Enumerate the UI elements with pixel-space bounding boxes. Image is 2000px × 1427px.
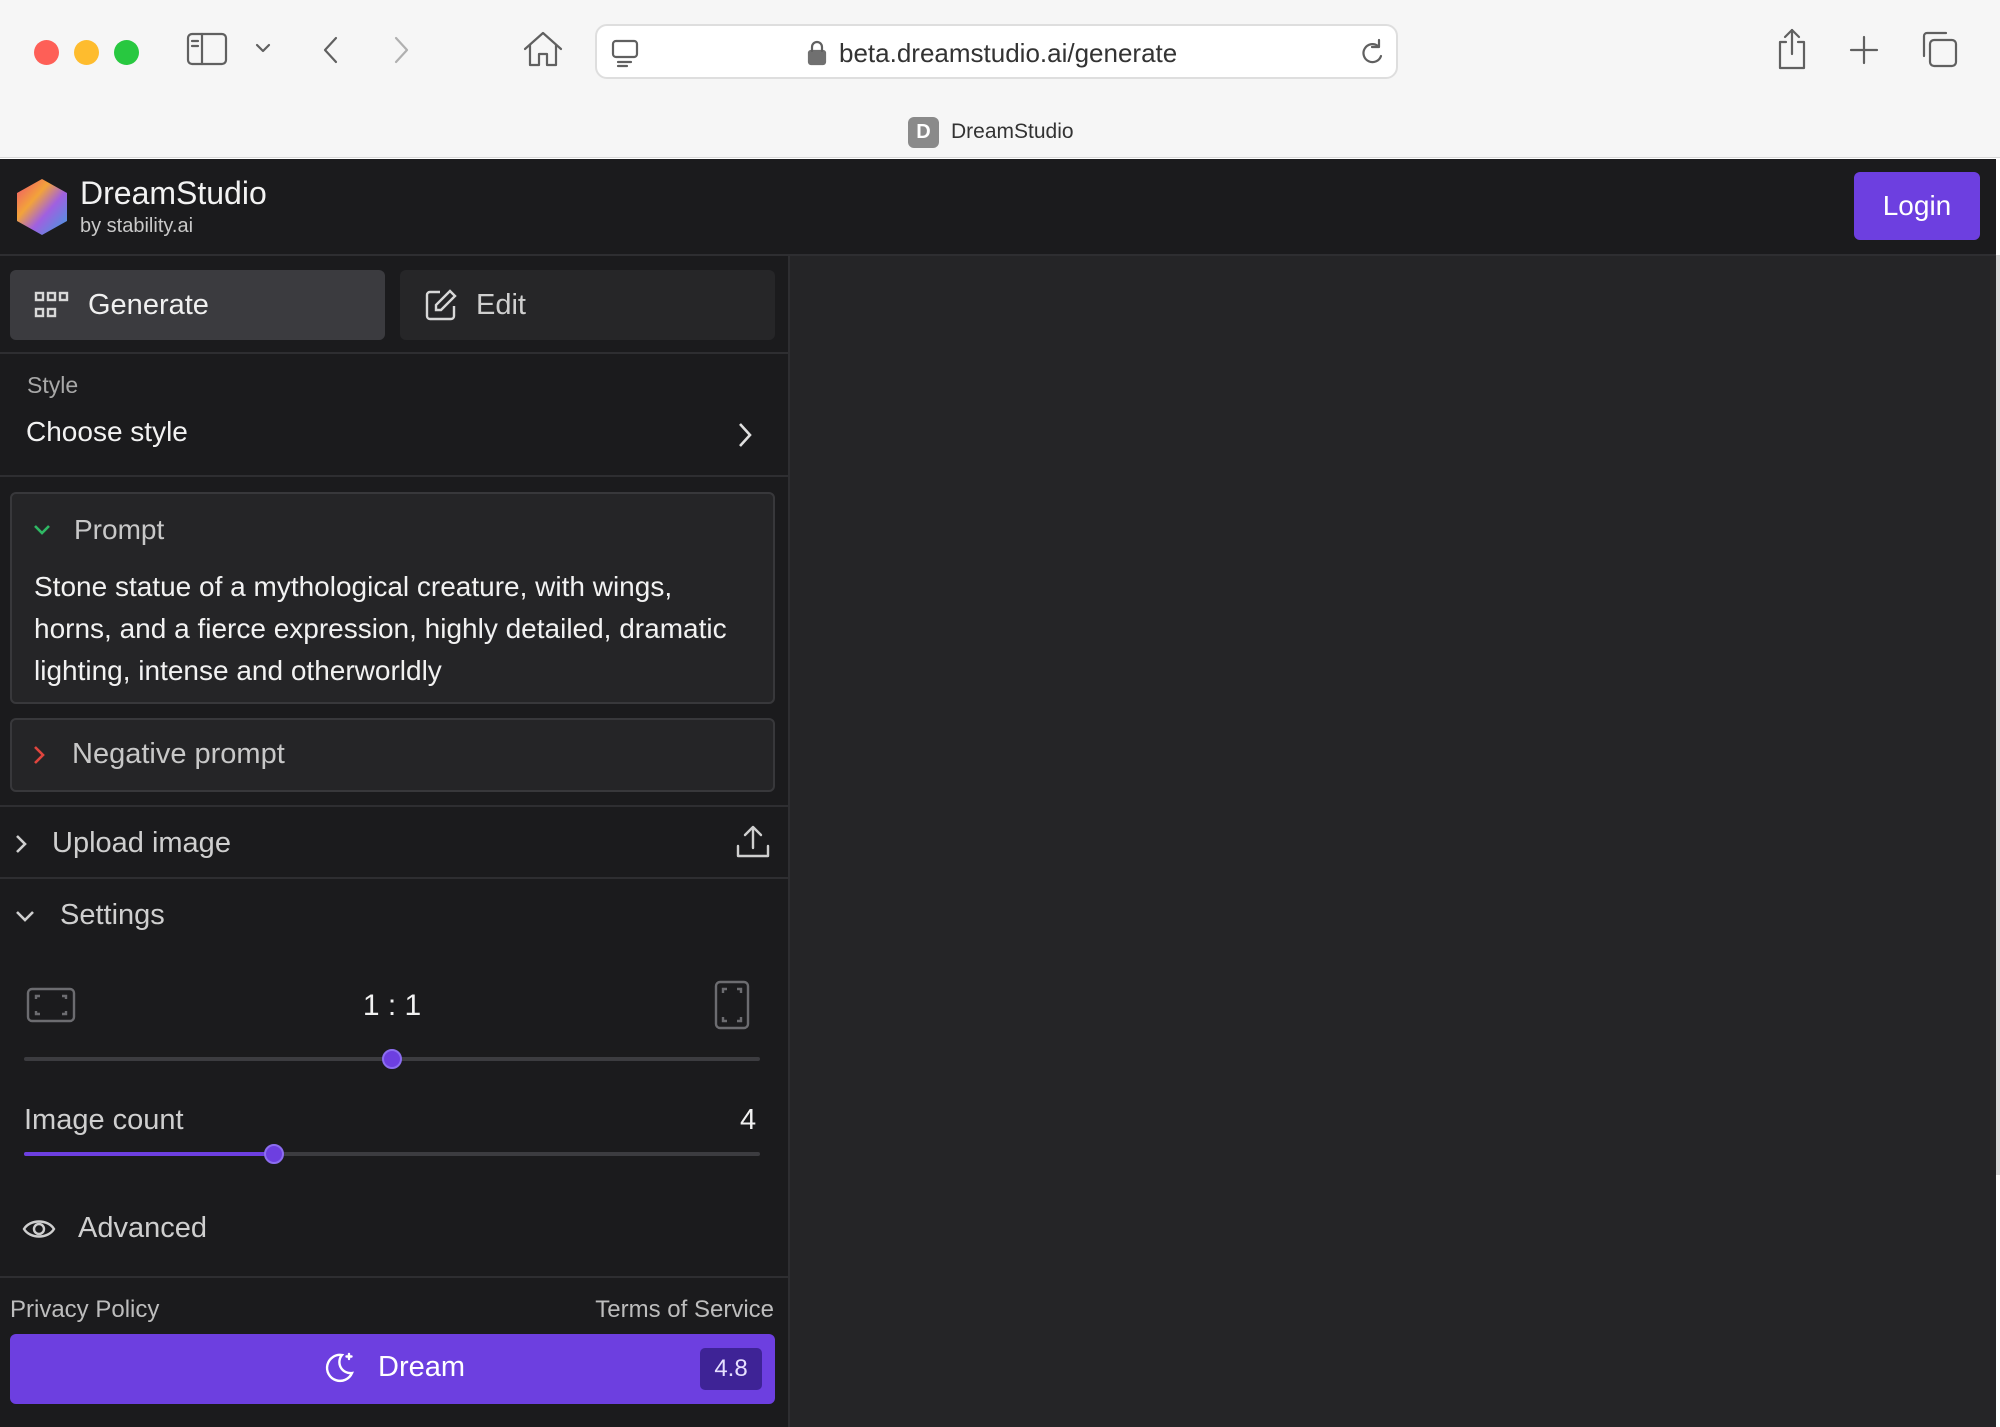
- browser-tab[interactable]: D DreamStudio: [908, 116, 1074, 148]
- divider: [0, 877, 790, 879]
- privacy-policy-link[interactable]: Privacy Policy: [10, 1296, 159, 1324]
- tab-title: DreamStudio: [951, 120, 1074, 143]
- brand-subtitle: by stability.ai: [80, 215, 194, 237]
- mode-tabs: Generate Edit: [10, 270, 775, 340]
- chevron-down-icon: [16, 910, 34, 922]
- forward-icon[interactable]: [390, 34, 412, 66]
- prompt-panel: Prompt Stone statue of a mythological cr…: [10, 492, 775, 704]
- divider: [0, 475, 790, 477]
- image-count-value: 4: [740, 1104, 757, 1136]
- style-value: Choose style: [26, 416, 188, 447]
- portrait-aspect-icon[interactable]: [714, 980, 750, 1030]
- login-button[interactable]: Login: [1854, 172, 1980, 240]
- maximize-window-button[interactable]: [114, 40, 139, 65]
- moon-icon: [325, 1352, 354, 1383]
- minimize-window-button[interactable]: [74, 40, 99, 65]
- upload-image-label: Upload image: [52, 827, 231, 859]
- divider: [0, 352, 790, 354]
- chevron-right-icon: [34, 745, 45, 764]
- favicon: D: [908, 116, 939, 148]
- landscape-aspect-icon[interactable]: [26, 987, 76, 1023]
- dreamstudio-app: DreamStudio by stability.ai Login Genera…: [0, 159, 1996, 1427]
- image-canvas: [790, 256, 1996, 1427]
- settings-label: Settings: [60, 899, 165, 931]
- generate-sidebar: Generate Edit Style Choose style Prompt: [0, 256, 790, 1427]
- sidebar-icon[interactable]: [186, 32, 228, 66]
- aspect-ratio-slider[interactable]: [24, 1049, 760, 1069]
- dream-label: Dream: [378, 1350, 466, 1383]
- chevron-down-icon: [34, 525, 50, 535]
- dream-cost-badge: 4.8: [700, 1348, 762, 1390]
- lock-icon: [807, 40, 827, 66]
- dream-button[interactable]: Dream 4.8: [10, 1334, 775, 1404]
- page-scrollbar[interactable]: [1996, 255, 2000, 1175]
- aspect-ratio-value: 1 : 1: [362, 989, 422, 1022]
- image-count-slider[interactable]: [24, 1144, 760, 1164]
- back-icon[interactable]: [320, 34, 342, 66]
- prompt-label: Prompt: [74, 514, 165, 545]
- prompt-textarea[interactable]: Stone statue of a mythological creature,…: [34, 566, 754, 692]
- address-bar[interactable]: beta.dreamstudio.ai/generate: [595, 24, 1398, 79]
- image-count-slider-thumb[interactable]: [264, 1144, 285, 1164]
- terms-of-service-link[interactable]: Terms of Service: [595, 1296, 774, 1324]
- grid-icon: [34, 291, 69, 318]
- reload-icon[interactable]: [1359, 38, 1387, 68]
- app-header: DreamStudio by stability.ai Login: [0, 159, 1996, 256]
- tab-edit[interactable]: Edit: [400, 270, 775, 340]
- settings-toggle[interactable]: Settings: [14, 899, 165, 932]
- share-icon[interactable]: [1776, 28, 1808, 70]
- eye-icon: [22, 1219, 56, 1238]
- image-count-slider-fill: [24, 1152, 275, 1156]
- upload-image-toggle[interactable]: Upload image: [14, 827, 231, 860]
- negative-prompt-label: Negative prompt: [72, 738, 285, 770]
- url-text: beta.dreamstudio.ai/generate: [839, 38, 1178, 68]
- aspect-ratio-slider-thumb[interactable]: [382, 1049, 402, 1069]
- image-count-label: Image count: [24, 1104, 184, 1136]
- divider: [0, 805, 790, 807]
- tabs-icon[interactable]: [1920, 30, 1958, 68]
- reader-icon[interactable]: [611, 38, 639, 68]
- style-label: Style: [27, 372, 79, 398]
- chevron-right-icon: [16, 834, 27, 853]
- dreamstudio-logo-icon: [17, 179, 67, 235]
- plus-icon[interactable]: [1848, 34, 1880, 66]
- negative-prompt-header[interactable]: Negative prompt: [32, 738, 285, 771]
- chevron-right-icon: [739, 423, 752, 447]
- advanced-label: Advanced: [78, 1212, 207, 1244]
- prompt-header[interactable]: Prompt: [32, 514, 164, 546]
- browser-window: beta.dreamstudio.ai/generate D DreamStud…: [0, 0, 2000, 1427]
- chevron-down-icon[interactable]: [254, 42, 272, 54]
- tab-generate-label: Generate: [88, 288, 209, 321]
- edit-icon: [425, 289, 457, 321]
- negative-prompt-panel[interactable]: Negative prompt: [10, 718, 775, 792]
- advanced-toggle[interactable]: Advanced: [22, 1212, 207, 1245]
- divider: [0, 1276, 790, 1278]
- home-icon[interactable]: [522, 30, 564, 68]
- close-window-button[interactable]: [34, 40, 59, 65]
- upload-icon[interactable]: [735, 824, 771, 860]
- tab-generate[interactable]: Generate: [10, 270, 385, 340]
- brand-title: DreamStudio: [80, 175, 267, 211]
- dream-button-content: Dream: [322, 1350, 465, 1384]
- browser-toolbar: beta.dreamstudio.ai/generate D DreamStud…: [0, 0, 2000, 158]
- tab-edit-label: Edit: [476, 288, 526, 321]
